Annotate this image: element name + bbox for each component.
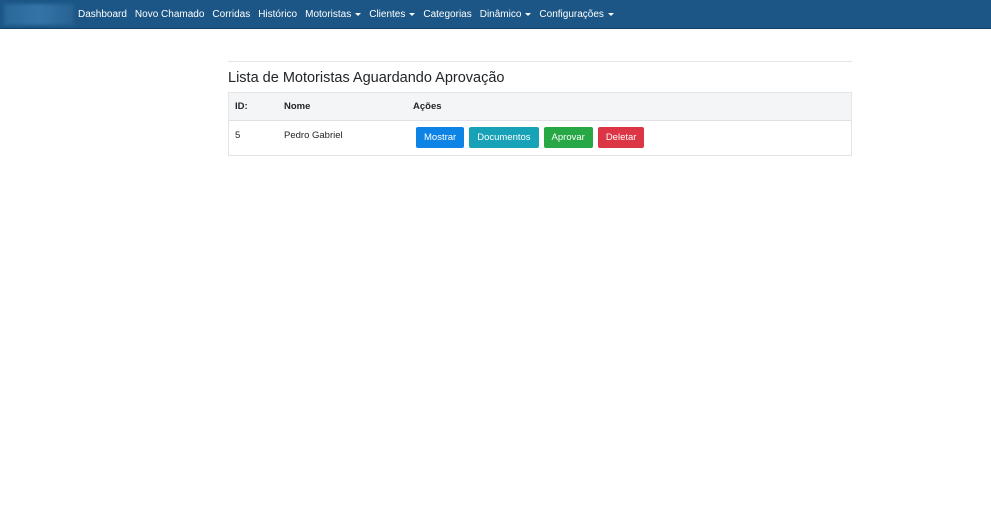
aprovar-button[interactable]: Aprovar: [543, 127, 593, 148]
nav-item-historico[interactable]: Histórico: [258, 9, 297, 20]
nav-item-label: Histórico: [258, 9, 298, 20]
content-divider: [228, 61, 852, 62]
deletar-button[interactable]: Deletar: [597, 127, 645, 148]
nav-item-dashboard[interactable]: Dashboard: [78, 9, 127, 20]
column-header-id: ID:: [235, 101, 248, 112]
top-navbar: Dashboard Novo Chamado Corridas Históric…: [0, 0, 991, 29]
page-title: Lista de Motoristas Aguardando Aprovação: [228, 70, 505, 86]
row-actions: Mostrar Documentos Aprovar Deletar: [416, 127, 649, 148]
nav-item-corridas[interactable]: Corridas: [212, 9, 250, 20]
nav-item-label: Dinâmico: [479, 9, 522, 20]
nav-item-clientes[interactable]: Clientes: [369, 9, 416, 20]
column-header-nome: Nome: [284, 101, 311, 112]
cell-nome: Pedro Gabriel: [284, 130, 343, 141]
nav-item-dinamico[interactable]: Dinâmico: [480, 9, 532, 20]
nav-item-label: Novo Chamado: [134, 9, 205, 20]
cell-id: 5: [235, 130, 241, 141]
nav-item-novo-chamado[interactable]: Novo Chamado: [135, 9, 204, 20]
column-header-acoes: Ações: [413, 101, 442, 112]
nav-item-categorias[interactable]: Categorias: [423, 9, 471, 20]
nav-item-label: Motoristas: [305, 9, 352, 20]
brand-logo[interactable]: [4, 4, 74, 25]
nav-item-motoristas[interactable]: Motoristas: [305, 9, 362, 20]
documentos-button[interactable]: Documentos: [469, 127, 539, 148]
caret-down-icon: [525, 13, 532, 16]
caret-down-icon: [355, 13, 362, 16]
caret-down-icon: [409, 13, 416, 16]
mostrar-button[interactable]: Mostrar: [416, 127, 465, 148]
nav-item-label: Configurações: [539, 9, 604, 20]
nav-item-label: Corridas: [212, 9, 251, 20]
nav-item-label: Dashboard: [78, 9, 127, 20]
nav-item-label: Clientes: [369, 9, 406, 20]
nav-item-label: Categorias: [423, 9, 472, 20]
nav-menu: Dashboard Novo Chamado Corridas Históric…: [78, 0, 622, 29]
table-row: 5 Pedro Gabriel Mostrar Documentos Aprov…: [229, 121, 851, 155]
drivers-table: ID: Nome Ações 5 Pedro Gabriel Mostrar D…: [228, 92, 852, 156]
nav-item-configuracoes[interactable]: Configurações: [539, 9, 614, 20]
table-header: ID: Nome Ações: [229, 93, 851, 121]
caret-down-icon: [607, 13, 614, 16]
